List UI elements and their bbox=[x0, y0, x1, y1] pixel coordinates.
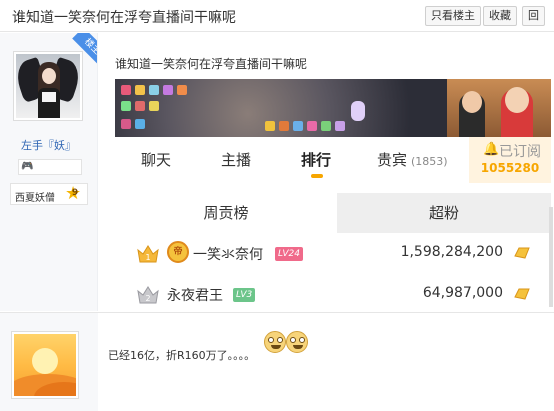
level-badge: LV24 bbox=[275, 247, 303, 261]
emoji-icon bbox=[264, 331, 286, 353]
ranking-scrollbar[interactable] bbox=[549, 207, 553, 307]
rank-username[interactable]: 永夜君王 bbox=[167, 285, 223, 305]
ranking-tabs: 周贡榜 超粉 bbox=[115, 193, 551, 233]
tab-vip[interactable]: 贵宾 (1853) bbox=[377, 149, 448, 170]
tab-chat[interactable]: 聊天 bbox=[141, 149, 171, 170]
subscribe-label: 已订阅 bbox=[499, 144, 541, 160]
tab-ranking[interactable]: 排行 bbox=[301, 149, 331, 170]
gem-icon bbox=[514, 288, 530, 300]
level-badge: LV3 bbox=[233, 288, 256, 302]
noble-medal: 帝 bbox=[167, 241, 189, 263]
webcam-view bbox=[447, 79, 551, 137]
bell-icon: 🔔 bbox=[483, 142, 500, 157]
gem-icon bbox=[514, 247, 530, 259]
game-scene bbox=[115, 79, 447, 137]
ranking-row[interactable]: 2 永夜君王 LV3 64,987,000 bbox=[115, 281, 551, 311]
ranking-row[interactable]: 1 帝 一笑氺奈何 LV24 1,598,284,200 bbox=[115, 240, 551, 270]
reply-button[interactable]: 回 bbox=[522, 6, 545, 26]
active-tab-indicator bbox=[311, 174, 323, 178]
tab-vip-count: (1853) bbox=[411, 155, 448, 168]
reply-text: 已经16亿，折R160万了。。。。 bbox=[108, 349, 256, 362]
level-number: 9 bbox=[71, 188, 79, 198]
tab-streamer[interactable]: 主播 bbox=[221, 149, 251, 170]
reply-author-column bbox=[0, 313, 98, 411]
stream-tabs: 聊天 主播 排行 贵宾 (1853) 🔔 已订阅 1055280 bbox=[115, 137, 551, 183]
subscriber-count: 1055280 bbox=[480, 161, 540, 175]
avatar[interactable] bbox=[13, 51, 83, 121]
author-username[interactable]: 左手『妖』 bbox=[0, 137, 97, 153]
avatar[interactable] bbox=[11, 331, 79, 399]
reply-post: 已经16亿，折R160万了。。。。 bbox=[0, 312, 554, 411]
share-card-title[interactable]: 谁知道一笑奈何在浮夸直播间干嘛呢 bbox=[115, 55, 307, 72]
gamepad-icon: 🎮 bbox=[21, 161, 34, 172]
post-content: 谁知道一笑奈何在浮夸直播间干嘛呢 聊天 主播 排行 贵宾 (1853) 🔔 已订… bbox=[99, 33, 554, 311]
contribution-score: 1,598,284,200 bbox=[400, 244, 503, 260]
avatar-image bbox=[16, 54, 80, 118]
crown-icon: 1 bbox=[137, 245, 159, 263]
avatar-image bbox=[14, 334, 76, 396]
crown-icon: 2 bbox=[137, 286, 159, 304]
level-tag[interactable]: 西夏妖僧 ★ 9 bbox=[10, 183, 88, 205]
rank-username[interactable]: 一笑氺奈何 bbox=[193, 244, 263, 264]
favorite-button[interactable]: 收藏 bbox=[483, 6, 517, 26]
thread-title: 谁知道一笑奈何在浮夸直播间干嘛呢 bbox=[12, 10, 236, 26]
rank-number: 2 bbox=[145, 294, 150, 303]
thread-title-bar: 谁知道一笑奈何在浮夸直播间干嘛呢 只看楼主 收藏 回 bbox=[0, 0, 554, 32]
tab-super-fans[interactable]: 超粉 bbox=[337, 193, 551, 233]
only-owner-button[interactable]: 只看楼主 bbox=[425, 6, 481, 26]
emoji-icon bbox=[286, 331, 308, 353]
subscribe-button[interactable]: 🔔 已订阅 1055280 bbox=[469, 137, 551, 183]
post-author-column: 楼主 左手『妖』 🎮 西夏妖僧 ★ 9 bbox=[0, 33, 98, 311]
tab-weekly-contribution[interactable]: 周贡榜 bbox=[115, 193, 337, 233]
level-name: 西夏妖僧 bbox=[15, 193, 55, 204]
contribution-score: 64,987,000 bbox=[422, 285, 503, 301]
tab-vip-label: 贵宾 bbox=[377, 151, 408, 169]
game-badge[interactable]: 🎮 bbox=[18, 159, 82, 175]
rank-number: 1 bbox=[145, 253, 150, 262]
stream-screenshot bbox=[115, 79, 551, 137]
